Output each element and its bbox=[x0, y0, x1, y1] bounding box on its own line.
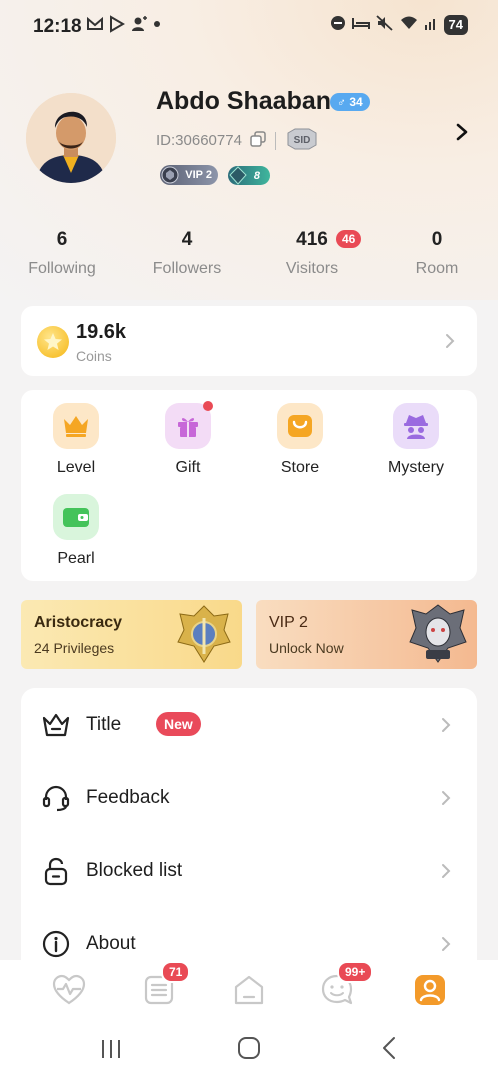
chevron-right-icon bbox=[441, 936, 451, 952]
system-icons: 74 bbox=[330, 15, 468, 35]
mute-icon bbox=[375, 15, 394, 35]
profile-chevron-icon[interactable] bbox=[455, 123, 469, 141]
gift-red-dot bbox=[203, 401, 213, 411]
vip-card[interactable]: VIP 2 Unlock Now bbox=[256, 600, 477, 669]
stat-following[interactable]: 6 Following bbox=[12, 229, 112, 278]
wallet-icon bbox=[53, 494, 99, 540]
level-chip[interactable]: 8 bbox=[228, 166, 270, 185]
tile-label: Pearl bbox=[57, 550, 95, 567]
tile-label: Gift bbox=[175, 459, 201, 476]
avatar[interactable] bbox=[26, 93, 116, 183]
coins-card[interactable]: 19.6k Coins bbox=[21, 306, 477, 376]
stat-label: Visitors bbox=[285, 260, 339, 277]
sid-badge: SID bbox=[285, 127, 319, 151]
gender-age-badge: ♂ 34 bbox=[330, 93, 370, 111]
vip-emblem-icon bbox=[408, 602, 468, 669]
tile-store[interactable]: Store bbox=[250, 403, 350, 477]
id-divider bbox=[275, 132, 276, 150]
list-item-label: About bbox=[86, 933, 136, 954]
vip-chip[interactable]: VIP 2 bbox=[160, 165, 218, 185]
chevron-right-icon bbox=[441, 790, 451, 806]
visitors-badge: 46 bbox=[336, 230, 362, 248]
profile-icon[interactable] bbox=[412, 972, 448, 1008]
person-add-icon bbox=[130, 15, 148, 38]
new-badge: New bbox=[156, 712, 201, 736]
stat-label: Followers bbox=[152, 260, 222, 277]
battery-indicator: 74 bbox=[443, 15, 468, 35]
username: Abdo Shaaban bbox=[156, 87, 332, 115]
system-nav-bar bbox=[0, 1020, 498, 1080]
spy-icon bbox=[393, 403, 439, 449]
stat-room[interactable]: 0 Room bbox=[387, 229, 487, 278]
chat-badge: 99+ bbox=[337, 961, 374, 983]
tile-label: Level bbox=[56, 459, 96, 476]
lock-icon bbox=[41, 856, 71, 886]
tile-gift[interactable]: Gift bbox=[138, 401, 238, 477]
crown-outline-icon bbox=[41, 710, 71, 740]
tile-pearl[interactable]: Pearl bbox=[26, 494, 126, 568]
user-id: ID:30660774 bbox=[156, 132, 242, 149]
menu-grid-card: Level Gift Store Mystery Pearl bbox=[21, 390, 477, 581]
headset-icon bbox=[41, 783, 71, 813]
tile-label: Store bbox=[280, 459, 320, 476]
aristocracy-subtitle: 24 Privileges bbox=[34, 640, 115, 656]
aristocracy-title: Aristocracy bbox=[34, 614, 123, 631]
list-item-blocked[interactable]: Blocked list bbox=[21, 846, 477, 896]
chevron-right-icon bbox=[441, 863, 451, 879]
notification-icons bbox=[86, 15, 162, 38]
vip-title: VIP 2 bbox=[269, 614, 308, 631]
list-item-label: Feedback bbox=[86, 787, 170, 808]
copy-icon[interactable] bbox=[250, 131, 266, 147]
list-item-title[interactable]: Title New bbox=[21, 700, 477, 750]
tile-level[interactable]: Level bbox=[26, 403, 126, 477]
bottom-nav: 71 99+ bbox=[0, 960, 498, 1020]
vip-subtitle: Unlock Now bbox=[269, 640, 344, 656]
sid-badge-text: SID bbox=[294, 135, 311, 146]
coins-label: Coins bbox=[76, 348, 112, 364]
status-time: 12:18 bbox=[33, 16, 82, 37]
tile-label: Mystery bbox=[388, 459, 444, 476]
status-bar: 12:18 74 bbox=[0, 0, 498, 54]
tile-mystery[interactable]: Mystery bbox=[366, 403, 466, 477]
stat-value: 4 bbox=[181, 229, 193, 250]
home-button-icon[interactable] bbox=[237, 1036, 261, 1065]
wifi-icon bbox=[400, 15, 418, 35]
do-not-disturb-icon bbox=[330, 15, 346, 35]
back-icon[interactable] bbox=[378, 1036, 402, 1065]
settings-list: Title New Feedback Blocked list About bbox=[21, 688, 477, 978]
level-gem-icon bbox=[229, 166, 247, 185]
recent-apps-icon[interactable] bbox=[99, 1037, 123, 1066]
list-item-label: Blocked list bbox=[86, 860, 183, 881]
vip-chip-label: VIP 2 bbox=[185, 169, 212, 181]
coins-value: 19.6k bbox=[76, 321, 127, 343]
aristocracy-emblem-icon bbox=[174, 602, 234, 669]
aristocracy-card[interactable]: Aristocracy 24 Privileges bbox=[21, 600, 242, 669]
stat-value: 0 bbox=[431, 229, 443, 250]
level-chip-label: 8 bbox=[253, 169, 260, 182]
signal-icon bbox=[424, 15, 438, 35]
stat-followers[interactable]: 4 Followers bbox=[137, 229, 237, 278]
stat-label: Room bbox=[415, 260, 459, 277]
heartbeat-icon[interactable] bbox=[51, 972, 87, 1008]
info-icon bbox=[41, 929, 71, 959]
home-icon[interactable] bbox=[231, 972, 267, 1008]
vip-shield-icon bbox=[161, 166, 179, 184]
chevron-right-icon bbox=[441, 717, 451, 733]
crown-icon bbox=[53, 403, 99, 449]
bag-icon bbox=[277, 403, 323, 449]
play-store-icon bbox=[108, 15, 126, 38]
messages-badge: 71 bbox=[161, 961, 191, 983]
list-item-feedback[interactable]: Feedback bbox=[21, 773, 477, 823]
coin-icon bbox=[37, 326, 69, 358]
dot-icon bbox=[152, 15, 162, 38]
chevron-right-icon bbox=[445, 333, 455, 349]
sleep-icon bbox=[351, 15, 370, 35]
stat-value: 6 bbox=[56, 229, 68, 250]
gift-icon bbox=[165, 401, 213, 449]
list-item-label: Title bbox=[86, 714, 122, 735]
gmail-icon bbox=[86, 15, 104, 38]
stat-label: Following bbox=[28, 260, 96, 277]
